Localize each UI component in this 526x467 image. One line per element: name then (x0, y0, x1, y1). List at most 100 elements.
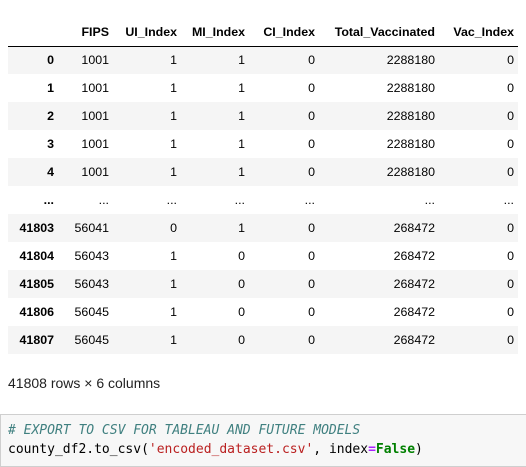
code-separator: , (313, 442, 329, 457)
cell-ci-index: 0 (308, 249, 315, 263)
row-index: 41806 (19, 305, 54, 319)
code-method: .to_csv( (86, 442, 149, 457)
cell-ui-index: 1 (170, 81, 177, 95)
cell-ui-index: 1 (170, 109, 177, 123)
cell-ci-index: 0 (308, 277, 315, 291)
code-comment: # EXPORT TO CSV FOR TABLEAU AND FUTURE M… (8, 423, 361, 438)
header-vac-index: Vac_Index (439, 18, 518, 47)
code-close-paren: ) (415, 442, 423, 457)
cell-ui-index: ... (166, 193, 177, 207)
cell-mi-index: 1 (238, 221, 245, 235)
cell-fips: 1001 (81, 81, 109, 95)
cell-mi-index: 1 (238, 81, 245, 95)
header-ui-index: UI_Index (113, 18, 181, 47)
table-body: 0 1001 1 1 0 2288180 0 1 1001 1 1 0 2288180 0 2 1001 1 1 0… (8, 46, 518, 354)
cell-ui-index: 0 (170, 221, 177, 235)
cell-ui-index: 1 (170, 277, 177, 291)
cell-mi-index: 0 (238, 249, 245, 263)
cell-ci-index: 0 (308, 81, 315, 95)
cell-vac-index: 0 (507, 53, 514, 68)
table-row: 3 1001 1 1 0 2288180 0 (8, 130, 518, 158)
table-row: 1 1001 1 1 0 2288180 0 (8, 74, 518, 102)
table-row: 4 1001 1 1 0 2288180 0 (8, 158, 518, 186)
header-mi-index: MI_Index (181, 18, 249, 47)
code-kwarg: index (328, 442, 369, 457)
code-line-export: county_df2.to_csv('encoded_dataset.csv',… (8, 442, 423, 457)
cell-mi-index: 1 (238, 165, 245, 179)
cell-fips: 1001 (81, 109, 109, 123)
cell-total-vaccinated: 2288180 (386, 81, 435, 95)
cell-mi-index: 0 (238, 277, 245, 291)
cell-mi-index: ... (234, 193, 245, 207)
cell-ui-index: 1 (170, 333, 177, 347)
dataframe-shape: 41808 rows × 6 columns (8, 375, 161, 391)
cell-ci-index: 0 (308, 333, 315, 347)
dataframe-table: FIPS UI_Index MI_Index CI_Index Total_Va… (8, 18, 518, 354)
cell-ci-index: 0 (308, 221, 315, 235)
table-row: 41803 56041 0 1 0 268472 0 (8, 214, 518, 242)
cell-fips: 56041 (74, 221, 109, 235)
cell-mi-index: 0 (238, 305, 245, 319)
cell-total-vaccinated: 2288180 (386, 53, 435, 68)
row-index: 41807 (19, 333, 54, 347)
table-row: 41807 56045 1 0 0 268472 0 (8, 326, 518, 354)
row-index: 41805 (19, 277, 54, 291)
cell-total-vaccinated: 268472 (393, 333, 435, 347)
cell-mi-index: 0 (238, 333, 245, 347)
cell-ci-index: 0 (308, 53, 315, 68)
cell-fips: 56043 (74, 249, 109, 263)
cell-total-vaccinated: 2288180 (386, 165, 435, 179)
cell-total-vaccinated: 268472 (393, 221, 435, 235)
code-value: False (375, 442, 416, 457)
cell-vac-index: 0 (507, 81, 514, 95)
cell-ui-index: 1 (170, 249, 177, 263)
code-equals: = (368, 442, 376, 457)
cell-ci-index: 0 (308, 165, 315, 179)
cell-ci-index: 0 (308, 137, 315, 151)
cell-ui-index: 1 (170, 53, 177, 68)
code-string: 'encoded_dataset.csv' (148, 442, 314, 457)
row-index: 4 (47, 165, 54, 179)
cell-vac-index: 0 (507, 221, 514, 235)
cell-vac-index: 0 (507, 277, 514, 291)
row-index: 41804 (19, 249, 54, 263)
cell-vac-index: ... (503, 193, 514, 207)
output-area: FIPS UI_Index MI_Index CI_Index Total_Va… (0, 0, 526, 400)
table-row: ..................... (8, 186, 518, 214)
cell-vac-index: 0 (507, 249, 514, 263)
header-row: FIPS UI_Index MI_Index CI_Index Total_Va… (8, 18, 518, 47)
cell-total-vaccinated: 268472 (393, 277, 435, 291)
cell-fips: 56045 (74, 333, 109, 347)
code-cell[interactable]: # EXPORT TO CSV FOR TABLEAU AND FUTURE M… (0, 414, 526, 467)
code-line-comment: # EXPORT TO CSV FOR TABLEAU AND FUTURE M… (8, 423, 360, 438)
cell-total-vaccinated: 268472 (393, 305, 435, 319)
header-ci-index: CI_Index (249, 18, 319, 47)
cell-fips: ... (98, 193, 109, 207)
cell-vac-index: 0 (507, 305, 514, 319)
cell-ci-index: 0 (308, 305, 315, 319)
cell-ci-index: ... (304, 193, 315, 207)
cell-fips: 1001 (81, 137, 109, 151)
row-index: 0 (47, 53, 54, 68)
cell-fips: 1001 (81, 165, 109, 179)
cell-mi-index: 1 (238, 137, 245, 151)
cell-vac-index: 0 (507, 333, 514, 347)
row-index: 41803 (19, 221, 54, 235)
row-index: ... (43, 193, 54, 207)
cell-ci-index: 0 (308, 109, 315, 123)
cell-total-vaccinated: 2288180 (386, 137, 435, 151)
cell-vac-index: 0 (507, 165, 514, 179)
table-header: FIPS UI_Index MI_Index CI_Index Total_Va… (8, 18, 518, 47)
cell-total-vaccinated: 268472 (393, 249, 435, 263)
cell-vac-index: 0 (507, 109, 514, 123)
table-row: 2 1001 1 1 0 2288180 0 (8, 102, 518, 130)
header-index (8, 18, 58, 47)
cell-ui-index: 1 (170, 165, 177, 179)
cell-total-vaccinated: ... (424, 193, 435, 207)
table-row: 41805 56043 1 0 0 268472 0 (8, 270, 518, 298)
cell-ui-index: 1 (170, 137, 177, 151)
cell-ui-index: 1 (170, 305, 177, 319)
row-index: 1 (47, 81, 54, 95)
cell-fips: 1001 (81, 53, 109, 68)
row-index: 2 (47, 109, 54, 123)
